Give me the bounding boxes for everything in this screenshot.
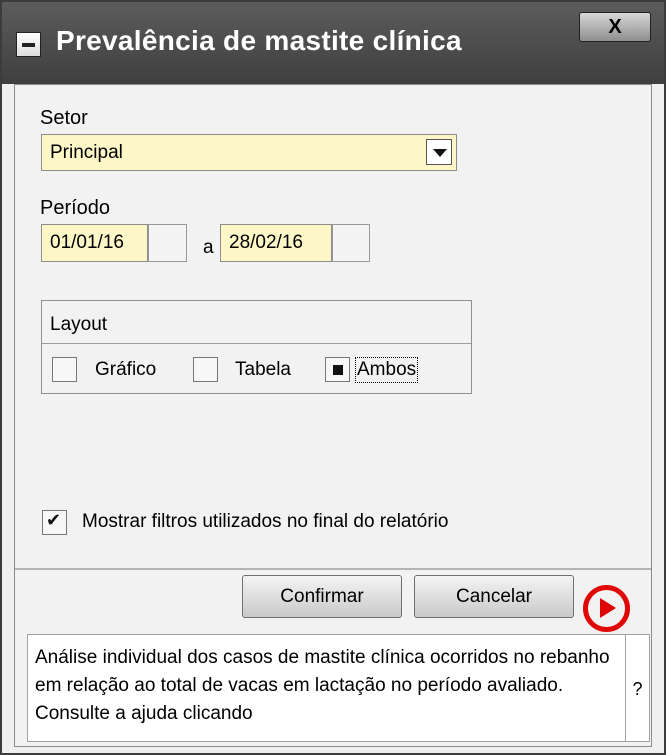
layout-divider (42, 343, 471, 344)
close-button[interactable]: X (579, 12, 651, 42)
grafico-checkbox[interactable] (52, 357, 77, 382)
ambos-checkbox[interactable] (325, 357, 350, 382)
ambos-label[interactable]: Ambos (354, 357, 419, 383)
end-date-extra-field[interactable] (332, 224, 370, 262)
help-question-button[interactable]: ? (626, 634, 650, 742)
title-bar: Prevalência de mastite clínica X (2, 2, 664, 84)
dialog-content: Setor Principal Período 01/01/16 a 28/02… (14, 84, 652, 747)
setor-label: Setor (40, 107, 88, 129)
section-divider (15, 568, 651, 570)
description-panel: Análise individual dos casos de mastite … (27, 634, 626, 742)
end-date-field[interactable]: 28/02/16 (220, 224, 332, 262)
setor-value: Principal (50, 142, 123, 163)
layout-group: Layout Gráfico Tabela Ambos (41, 300, 472, 394)
dialog-window: Prevalência de mastite clínica X Setor P… (0, 0, 666, 755)
grafico-label[interactable]: Gráfico (95, 359, 156, 381)
show-filters-checkbox[interactable] (42, 510, 67, 535)
start-date-field[interactable]: 01/01/16 (41, 224, 148, 262)
cancel-button[interactable]: Cancelar (414, 575, 574, 618)
description-text: Análise individual dos casos de mastite … (35, 647, 610, 724)
setor-dropdown[interactable]: Principal (41, 134, 457, 171)
window-menu-icon[interactable] (16, 32, 41, 57)
show-filters-label[interactable]: Mostrar filtros utilizados no final do r… (82, 511, 448, 533)
layout-title: Layout (50, 314, 108, 335)
periodo-label: Período (40, 197, 111, 219)
confirm-button[interactable]: Confirmar (242, 575, 402, 618)
play-help-icon[interactable] (583, 585, 630, 632)
window-title: Prevalência de mastite clínica (56, 25, 462, 56)
tabela-label[interactable]: Tabela (235, 359, 291, 381)
period-separator: a (203, 237, 214, 258)
tabela-checkbox[interactable] (193, 357, 218, 382)
start-date-extra-field[interactable] (148, 224, 187, 262)
chevron-down-icon[interactable] (426, 139, 452, 165)
